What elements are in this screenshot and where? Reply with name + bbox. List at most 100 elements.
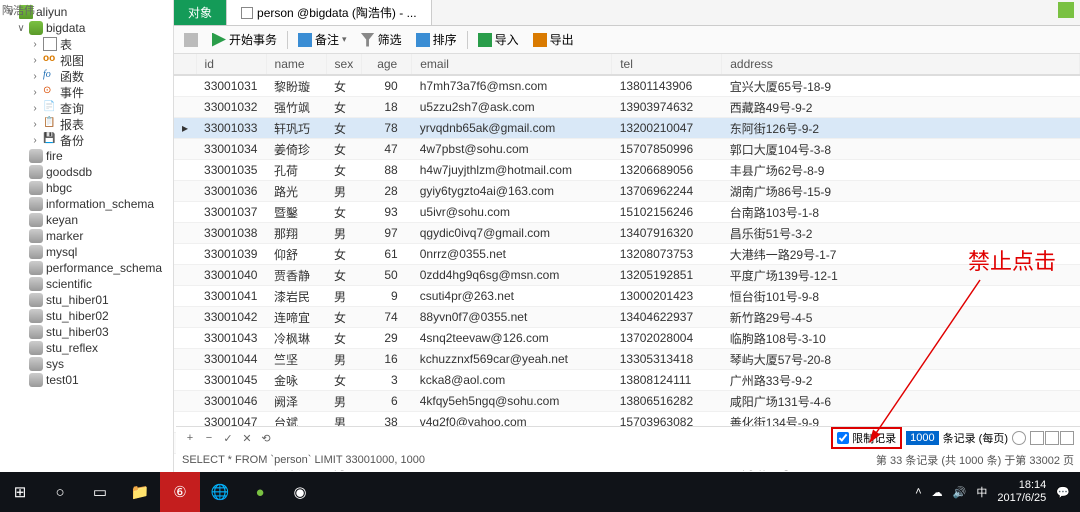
- table-row[interactable]: 33001031黎盼璇女90h7mh73a7f6@msn.com13801143…: [174, 75, 1080, 97]
- tree-node-tables[interactable]: ›表: [0, 36, 173, 52]
- tree-db-sys[interactable]: sys: [0, 356, 173, 372]
- database-icon: [29, 325, 43, 339]
- grid-footer: + − ✓ ✕ ⟲ 限制记录 1000 条记录 (每页) SELECT * FR…: [176, 426, 1080, 470]
- tree-db-scientific[interactable]: scientific: [0, 276, 173, 292]
- tree-db-fire[interactable]: fire: [0, 148, 173, 164]
- table-icon: [43, 37, 57, 51]
- taskview-button[interactable]: ▭: [80, 472, 120, 512]
- data-grid[interactable]: id name sex age email tel address 330010…: [174, 54, 1080, 472]
- table-row[interactable]: 33001043冷枫琳女294snq2teevaw@126.com1370202…: [174, 328, 1080, 349]
- tree-db-stu_hiber02[interactable]: stu_hiber02: [0, 308, 173, 324]
- database-icon: [29, 213, 43, 227]
- form-view-button[interactable]: [1045, 431, 1059, 445]
- table-row[interactable]: 33001032强竹飒女18u5zzu2sh7@ask.com139039746…: [174, 97, 1080, 118]
- tree-db-open[interactable]: ∨bigdata: [0, 20, 173, 36]
- delete-row-button[interactable]: −: [201, 430, 217, 446]
- col-id[interactable]: id: [196, 54, 266, 75]
- per-page-label: 条记录 (每页): [943, 430, 1008, 446]
- col-tel[interactable]: tel: [612, 54, 722, 75]
- pointer-button[interactable]: [180, 31, 202, 49]
- sql-preview: SELECT * FROM `person` LIMIT 33001000, 1…: [182, 454, 425, 466]
- col-age[interactable]: age: [362, 54, 412, 75]
- tree-db-test01[interactable]: test01: [0, 372, 173, 388]
- commit-button[interactable]: ✓: [220, 430, 236, 446]
- table-row[interactable]: 33001038那翔男97qgydic0ivq7@gmail.com134079…: [174, 223, 1080, 244]
- grid-view-button[interactable]: [1030, 431, 1044, 445]
- table-row[interactable]: 33001036路光男28gyiy6tygzto4ai@163.com13706…: [174, 181, 1080, 202]
- tree-db-stu_hiber01[interactable]: stu_hiber01: [0, 292, 173, 308]
- netease-button[interactable]: ⑥: [160, 472, 200, 512]
- tree-db-hbgc[interactable]: hbgc: [0, 180, 173, 196]
- tree-node-reports[interactable]: ›📋报表: [0, 116, 173, 132]
- tree-node-backup[interactable]: ›💾备份: [0, 132, 173, 148]
- tree-db-stu_reflex[interactable]: stu_reflex: [0, 340, 173, 356]
- tree-db-mysql[interactable]: mysql: [0, 244, 173, 260]
- tree-db-stu_hiber03[interactable]: stu_hiber03: [0, 324, 173, 340]
- windows-taskbar: ⊞ ○ ▭ 📁 ⑥ 🌐 ● ◉ ˄ ☁ 🔊 中 18:142017/6/25 💬: [0, 472, 1080, 512]
- tab-object[interactable]: 对象: [174, 0, 227, 25]
- navicat-button[interactable]: ●: [240, 472, 280, 512]
- start-button[interactable]: ⊞: [0, 472, 40, 512]
- tray-notifications-icon[interactable]: 💬: [1056, 486, 1070, 499]
- col-sex[interactable]: sex: [326, 54, 362, 75]
- settings-button[interactable]: [1012, 431, 1026, 445]
- tray-volume-icon[interactable]: 🔊: [953, 486, 967, 499]
- database-icon: [29, 197, 43, 211]
- tree-node-views[interactable]: ›oo视图: [0, 52, 173, 68]
- tree-node-queries[interactable]: ›📄查询: [0, 100, 173, 116]
- tray-cloud-icon[interactable]: ☁: [932, 486, 943, 499]
- toolbar: 开始事务 备注▾ 筛选 排序 导入 导出: [174, 26, 1080, 54]
- memo-button[interactable]: 备注▾: [294, 29, 351, 50]
- table-icon: [241, 7, 253, 19]
- view-icon: oo: [43, 53, 57, 67]
- table-row[interactable]: 33001037暨鑿女93u5ivr@sohu.com15102156246台南…: [174, 202, 1080, 223]
- limit-records-checkbox[interactable]: 限制记录: [831, 427, 902, 449]
- report-icon: 📋: [43, 117, 57, 131]
- tree-db-marker[interactable]: marker: [0, 228, 173, 244]
- table-row[interactable]: ▸33001033轩巩巧女78yrvqdnb65ak@gmail.com1320…: [174, 118, 1080, 139]
- table-row[interactable]: 33001042连啼宜女7488yvn0f7@0355.net134046229…: [174, 307, 1080, 328]
- table-row[interactable]: 33001046阙泽男64kfqy5eh5ngq@sohu.com1380651…: [174, 391, 1080, 412]
- filter-icon: [361, 33, 375, 47]
- add-row-button[interactable]: +: [182, 430, 198, 446]
- col-email[interactable]: email: [412, 54, 612, 75]
- filter-button[interactable]: 筛选: [357, 29, 406, 50]
- database-icon: [29, 21, 43, 35]
- cortana-button[interactable]: ○: [40, 472, 80, 512]
- table-row[interactable]: 33001041漆岩民男9csuti4pr@263.net13000201423…: [174, 286, 1080, 307]
- database-icon: [29, 165, 43, 179]
- col-name[interactable]: name: [266, 54, 326, 75]
- start-transaction-button[interactable]: 开始事务: [208, 29, 281, 50]
- query-icon: 📄: [43, 101, 57, 115]
- tree-db-goodsdb[interactable]: goodsdb: [0, 164, 173, 180]
- app-button[interactable]: ◉: [280, 472, 320, 512]
- app-logo-icon: [1058, 2, 1074, 18]
- tab-person[interactable]: person @bigdata (陶浩伟) - ...: [227, 0, 432, 25]
- sort-button[interactable]: 排序: [412, 29, 461, 50]
- explorer-button[interactable]: 📁: [120, 472, 160, 512]
- table-row[interactable]: 33001039仰舒女610nrrz@0355.net13208073753大港…: [174, 244, 1080, 265]
- tree-db-performance_schema[interactable]: performance_schema: [0, 260, 173, 276]
- cancel-button[interactable]: ✕: [239, 430, 255, 446]
- database-icon: [29, 277, 43, 291]
- table-row[interactable]: 33001045金咏女3kcka8@aol.com13808124111广州路3…: [174, 370, 1080, 391]
- table-row[interactable]: 33001035孔荷女88h4w7juyjthlzm@hotmail.com13…: [174, 160, 1080, 181]
- tree-node-events[interactable]: ›⊙事件: [0, 84, 173, 100]
- refresh-button[interactable]: ⟲: [258, 430, 274, 446]
- export-button[interactable]: 导出: [529, 29, 578, 50]
- tray-up-icon[interactable]: ˄: [915, 486, 921, 498]
- col-address[interactable]: address: [722, 54, 1080, 75]
- tree-db-information_schema[interactable]: information_schema: [0, 196, 173, 212]
- table-row[interactable]: 33001034姜倚珍女474w7pbst@sohu.com1570785099…: [174, 139, 1080, 160]
- records-per-page-input[interactable]: 1000: [906, 431, 938, 445]
- tray-ime[interactable]: 中: [976, 484, 987, 500]
- taskbar-clock[interactable]: 18:142017/6/25: [997, 479, 1046, 505]
- chrome-button[interactable]: 🌐: [200, 472, 240, 512]
- tree-db-keyan[interactable]: keyan: [0, 212, 173, 228]
- tree-node-functions[interactable]: ›fo函数: [0, 68, 173, 84]
- text-view-button[interactable]: [1060, 431, 1074, 445]
- import-button[interactable]: 导入: [474, 29, 523, 50]
- table-row[interactable]: 33001040贾香静女500zdd4hg9q6sg@msn.com132051…: [174, 265, 1080, 286]
- table-row[interactable]: 33001044竺坚男16kchuzznxf569car@yeah.net133…: [174, 349, 1080, 370]
- tab-bar: 对象 person @bigdata (陶浩伟) - ...: [174, 0, 1080, 26]
